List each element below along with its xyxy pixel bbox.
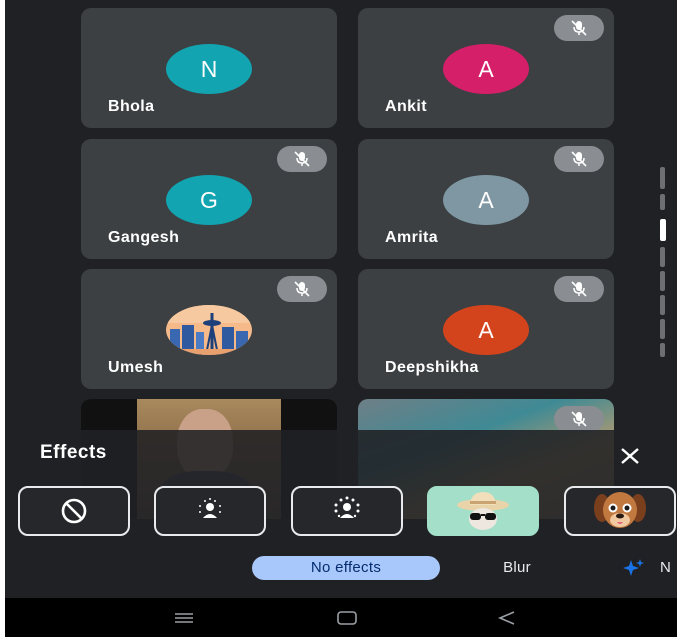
participant-name: Ankit [385,98,427,115]
system-navigation-bar [5,598,677,637]
avatar: A [443,44,529,94]
participant-name: Deepshikha [385,359,479,376]
avatar: N [166,44,252,94]
mic-off-icon [554,406,604,432]
participant-name: Gangesh [108,229,180,246]
chip-no-effects[interactable]: No effects [252,556,440,580]
effects-panel: Effects No effects Blur N [5,430,677,598]
participant-tile[interactable]: N Bhola [81,8,337,128]
chip-next-partial[interactable]: N [660,556,677,580]
participant-tile[interactable]: G Gangesh [81,139,337,259]
scroll-indicator[interactable] [659,167,667,357]
avatar: A [443,175,529,225]
participant-name: Umesh [108,359,164,376]
sparkle-icon [623,558,645,583]
mic-off-icon [554,15,604,41]
effect-no-effect-button[interactable] [18,486,130,536]
avatar: G [166,175,252,225]
participant-name: Amrita [385,229,439,246]
meeting-screen: N Bhola A Ankit G Gangesh A Amrita Umesh… [5,0,677,637]
mic-off-icon [277,276,327,302]
effects-title: Effects [40,442,107,463]
effect-sun-hat-button[interactable] [427,486,539,536]
effect-blur-button[interactable] [291,486,403,536]
seattle-skyline-avatar [166,305,252,355]
back-icon[interactable] [496,610,518,631]
participant-tile[interactable]: Umesh [81,269,337,389]
mic-off-icon [277,146,327,172]
close-icon[interactable] [613,438,649,474]
menu-icon[interactable] [173,611,195,630]
hat-sunglasses-image [457,492,509,530]
effect-category-chips: No effects Blur N [5,550,677,586]
participant-tile[interactable]: A Ankit [358,8,614,128]
participant-tile[interactable]: A Deepshikha [358,269,614,389]
chip-blur[interactable]: Blur [485,556,549,580]
effect-slight-blur-button[interactable] [154,486,266,536]
effect-puppy-button[interactable] [564,486,676,536]
prohibit-icon [61,498,87,524]
puppy-face-image [594,492,646,528]
person-blur-light-icon [199,498,221,518]
participant-tile[interactable]: A Amrita [358,139,614,259]
mic-off-icon [554,146,604,172]
avatar: A [443,305,529,355]
participant-name: Bhola [108,98,155,115]
person-blur-strong-icon [334,496,360,518]
mic-off-icon [554,276,604,302]
home-icon[interactable] [336,610,358,631]
